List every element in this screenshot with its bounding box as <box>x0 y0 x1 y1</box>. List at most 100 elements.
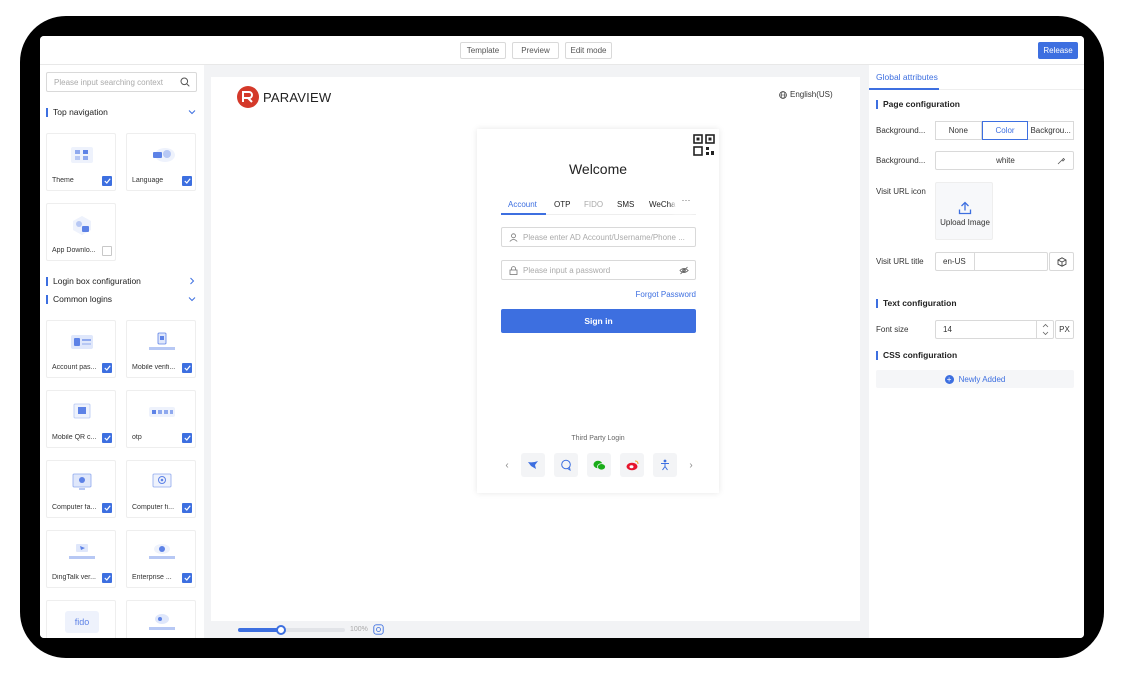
password-input[interactable]: Please input a password <box>501 260 696 280</box>
template-button[interactable]: Template <box>460 42 506 59</box>
input-divider <box>974 253 975 270</box>
background-color-input[interactable]: white <box>935 151 1074 170</box>
section-top-navigation[interactable]: Top navigation <box>46 105 198 119</box>
component-card-app-download[interactable]: App Downlo... <box>46 203 116 261</box>
card-checkbox[interactable] <box>102 363 112 373</box>
tab-account[interactable]: Account <box>508 200 537 209</box>
chevron-down-icon[interactable] <box>188 295 196 303</box>
card-checkbox[interactable] <box>182 573 192 583</box>
account-placeholder: Please enter AD Account/Username/Phone .… <box>523 233 685 242</box>
third-party-wechat-button[interactable] <box>587 453 611 477</box>
newly-added-label: Newly Added <box>958 374 1006 384</box>
component-card-computer-fingerprint[interactable]: Computer fi... <box>126 460 196 518</box>
page-configuration-heading: Page configuration <box>876 99 960 109</box>
section-login-box-configuration[interactable]: Login box configuration <box>46 274 198 288</box>
component-card-fido[interactable]: fido <box>46 600 116 638</box>
zoom-slider[interactable] <box>238 625 345 635</box>
edit-mode-button[interactable]: Edit mode <box>565 42 612 59</box>
preview-button[interactable]: Preview <box>512 42 559 59</box>
release-button[interactable]: Release <box>1038 42 1078 59</box>
computer-face-illustration-icon <box>72 473 92 490</box>
third-party-next-button[interactable]: › <box>685 455 697 475</box>
third-party-prev-button[interactable]: ‹ <box>501 455 513 475</box>
visit-url-title-label: Visit URL title <box>876 257 924 266</box>
card-checkbox[interactable] <box>102 433 112 443</box>
fido-illustration: fido <box>65 611 99 633</box>
card-checkbox[interactable] <box>102 573 112 583</box>
chevron-down-icon[interactable] <box>188 108 196 116</box>
upload-icon <box>958 201 972 215</box>
tab-wechat[interactable]: WeCha <box>649 200 676 209</box>
computer-fingerprint-illustration-icon <box>152 473 172 488</box>
account-password-illustration-icon <box>71 335 93 349</box>
component-card-enterprise[interactable]: Enterprise ... <box>126 530 196 588</box>
tab-otp[interactable]: OTP <box>554 200 570 209</box>
text-configuration-heading: Text configuration <box>876 298 957 308</box>
globe-icon <box>779 90 787 99</box>
language-switcher[interactable]: English(US) <box>779 90 833 99</box>
zoom-level-text: 100% <box>350 626 368 633</box>
component-card-language[interactable]: Language <box>126 133 196 191</box>
chat-bubble-icon <box>561 459 571 471</box>
third-party-weibo-button[interactable] <box>620 453 644 477</box>
tab-global-attributes[interactable]: Global attributes <box>876 72 938 82</box>
section-marker <box>876 99 878 109</box>
mobile-qr-illustration-icon <box>73 403 91 419</box>
zoom-slider-fill <box>238 628 281 632</box>
font-size-unit-label: PX <box>1059 325 1070 334</box>
component-card-wechat[interactable] <box>126 600 196 638</box>
component-search-input[interactable]: Please input searching context <box>46 72 197 92</box>
forgot-password-link[interactable]: Forgot Password <box>636 290 696 299</box>
font-size-input[interactable]: 14 <box>935 320 1054 339</box>
component-card-otp[interactable]: otp <box>126 390 196 448</box>
mobile-verification-illustration-icon <box>149 332 175 350</box>
chevron-right-icon[interactable] <box>188 277 196 285</box>
qr-code-icon[interactable] <box>693 134 715 156</box>
stepper-arrows-icon[interactable] <box>1042 323 1049 336</box>
background-option-color[interactable]: Color <box>981 121 1029 140</box>
tab-fido[interactable]: FIDO <box>584 200 603 209</box>
third-party-dingtalk-button[interactable] <box>521 453 545 477</box>
component-card-account-password[interactable]: Account pas... <box>46 320 116 378</box>
background-option-none[interactable]: None <box>935 121 982 140</box>
card-checkbox[interactable] <box>102 246 112 256</box>
component-card-dingtalk[interactable]: DingTalk ver... <box>46 530 116 588</box>
card-checkbox[interactable] <box>182 363 192 373</box>
section-title: Common logins <box>53 294 113 304</box>
component-card-mobile-verification[interactable]: Mobile verifi... <box>126 320 196 378</box>
eye-hidden-icon[interactable] <box>679 266 689 275</box>
account-input[interactable]: Please enter AD Account/Username/Phone .… <box>501 227 696 247</box>
color-picker-icon[interactable] <box>1057 156 1066 165</box>
tab-sms[interactable]: SMS <box>617 200 634 209</box>
search-placeholder: Please input searching context <box>54 78 163 87</box>
app-screen: Template Preview Edit mode Release Pleas… <box>40 36 1084 638</box>
dingtalk-illustration-icon <box>69 544 95 559</box>
section-common-logins[interactable]: Common logins <box>46 292 198 306</box>
css-configuration-heading: CSS configuration <box>876 350 957 360</box>
upload-image-button[interactable]: Upload Image <box>935 182 993 240</box>
brand-logo: PARAVIEW <box>237 86 331 108</box>
card-checkbox[interactable] <box>102 503 112 513</box>
component-card-computer-face[interactable]: Computer fa... <box>46 460 116 518</box>
third-party-accessibility-button[interactable] <box>653 453 677 477</box>
section-marker <box>876 350 878 360</box>
component-card-mobile-qr[interactable]: Mobile QR c... <box>46 390 116 448</box>
background-option-image[interactable]: Backgrou... <box>1028 121 1075 140</box>
card-checkbox[interactable] <box>182 433 192 443</box>
translation-button[interactable] <box>1049 252 1074 271</box>
font-size-stepper[interactable] <box>1036 321 1053 338</box>
zoom-slider-handle[interactable] <box>275 625 286 635</box>
more-tabs-button[interactable]: ··· <box>676 195 696 213</box>
zoom-reset-icon[interactable] <box>373 624 384 635</box>
card-checkbox[interactable] <box>102 176 112 186</box>
sign-in-button[interactable]: Sign in <box>501 309 696 333</box>
component-card-theme[interactable]: Theme <box>46 133 116 191</box>
visit-url-title-value: en-US <box>943 257 966 266</box>
card-checkbox[interactable] <box>182 176 192 186</box>
third-party-chat-button[interactable] <box>554 453 578 477</box>
card-checkbox[interactable] <box>182 503 192 513</box>
font-size-value: 14 <box>943 325 952 334</box>
newly-added-button[interactable]: + Newly Added <box>876 370 1074 388</box>
search-icon[interactable] <box>180 77 190 87</box>
visit-url-title-input[interactable]: en-US <box>935 252 1048 271</box>
